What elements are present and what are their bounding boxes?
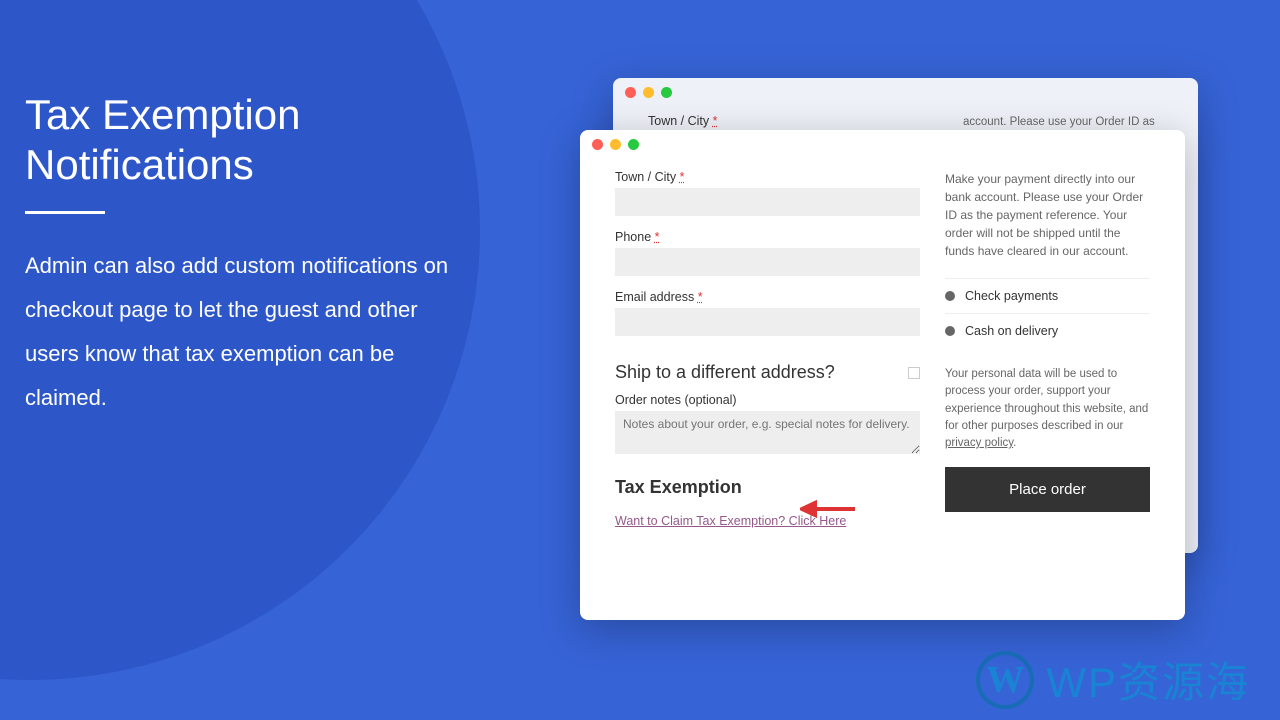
close-icon[interactable] (592, 139, 603, 150)
place-order-button[interactable]: Place order (945, 467, 1150, 512)
hero-text: Tax Exemption Notifications Admin can al… (25, 90, 465, 420)
maximize-icon[interactable] (661, 87, 672, 98)
watermark: W WP资源海 (976, 649, 1250, 710)
minimize-icon[interactable] (610, 139, 621, 150)
titlebar (613, 78, 1198, 106)
hero-title: Tax Exemption Notifications (25, 90, 465, 191)
checkout-window: Town / City * Phone * Email address * Sh… (580, 130, 1185, 620)
billing-form: Town / City * Phone * Email address * Sh… (615, 170, 920, 530)
radio-icon (945, 326, 955, 336)
hero-description: Admin can also add custom notifications … (25, 244, 465, 420)
close-icon[interactable] (625, 87, 636, 98)
email-label: Email address * (615, 290, 920, 304)
payment-section: Make your payment directly into our bank… (945, 170, 1150, 530)
titlebar (580, 130, 1185, 158)
phone-field[interactable] (615, 248, 920, 276)
check-payments-option[interactable]: Check payments (945, 278, 1150, 313)
arrow-icon (800, 498, 855, 520)
minimize-icon[interactable] (643, 87, 654, 98)
privacy-policy-link[interactable]: privacy policy (945, 437, 1013, 449)
cod-option[interactable]: Cash on delivery (945, 313, 1150, 348)
radio-icon (945, 291, 955, 301)
watermark-text: WP资源海 (1046, 649, 1250, 710)
ship-different-heading: Ship to a different address? (615, 362, 920, 383)
payment-notice: Make your payment directly into our bank… (945, 170, 1150, 260)
check-payments-label: Check payments (965, 289, 1058, 303)
privacy-text: Your personal data will be used to proce… (945, 366, 1150, 452)
town-label-back: Town / City * (648, 114, 938, 128)
cod-label: Cash on delivery (965, 324, 1058, 338)
town-label: Town / City * (615, 170, 920, 184)
order-notes-label: Order notes (optional) (615, 393, 920, 407)
title-underline (25, 211, 105, 214)
title-line2: Notifications (25, 141, 254, 188)
maximize-icon[interactable] (628, 139, 639, 150)
wordpress-logo-icon: W (976, 651, 1034, 709)
ship-different-checkbox[interactable] (908, 367, 920, 379)
title-line1: Tax Exemption (25, 91, 300, 138)
town-field[interactable] (615, 188, 920, 216)
tax-exemption-heading: Tax Exemption (615, 477, 920, 498)
phone-label: Phone * (615, 230, 920, 244)
email-field[interactable] (615, 308, 920, 336)
order-notes-field[interactable] (615, 411, 920, 454)
